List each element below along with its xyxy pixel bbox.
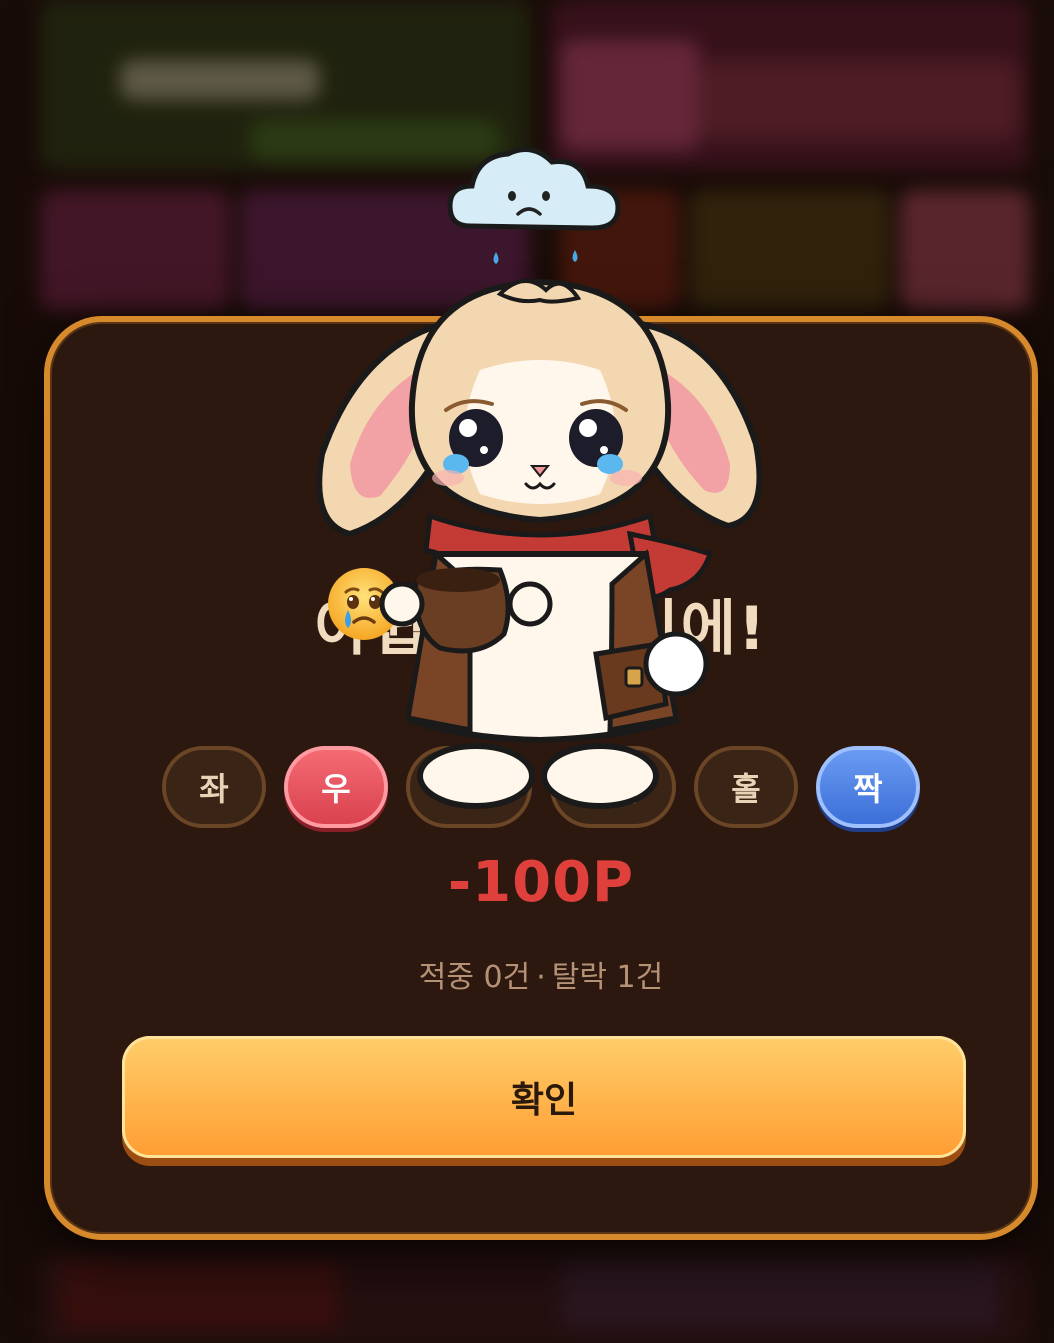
summary-separator: · — [536, 960, 546, 995]
app-screen: 아쉽게도 꽝이에! 좌 우 3줄 4줄 홀 — [0, 0, 1054, 1343]
pick-chip-left: 좌 — [162, 746, 266, 828]
sad-rain-cloud-icon — [447, 147, 621, 264]
misses-count: 탈락 1건 — [551, 960, 664, 995]
result-summary: 적중 0건 · 탈락 1건 — [50, 952, 1032, 996]
loss-amount: -100P — [447, 850, 635, 915]
hits-count: 적중 0건 — [418, 960, 531, 995]
crying-bunny-mascot — [316, 147, 763, 809]
confirm-button[interactable]: 확인 — [122, 1036, 966, 1158]
pick-chip-even: 짝 — [816, 746, 920, 828]
